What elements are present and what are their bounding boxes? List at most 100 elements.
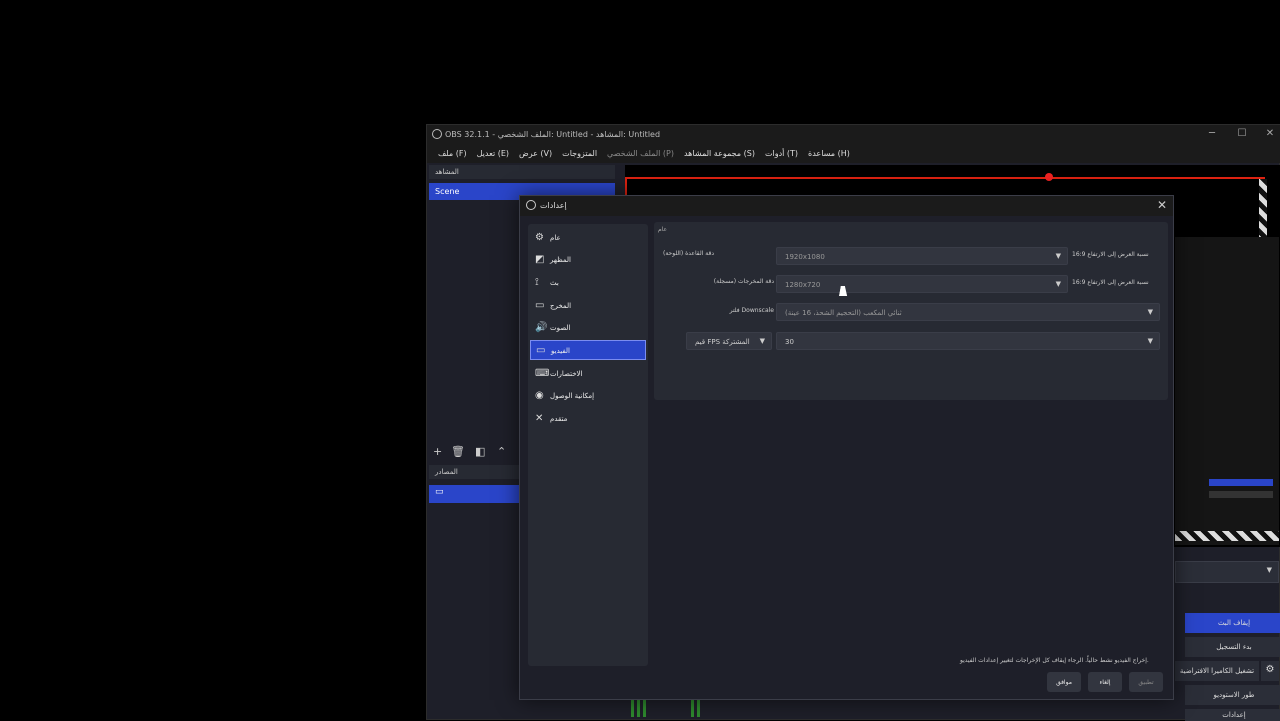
sources-header: المصادر — [429, 465, 521, 479]
audio-meter-bar — [637, 697, 640, 717]
video-active-warning: إخراج الفيديو نشط حالياً. الرجاء إيقاف ك… — [960, 657, 1149, 664]
menu-profile[interactable]: الملف الشخصي (P) — [602, 145, 679, 163]
start-recording-button[interactable]: بدء التسجيل — [1185, 637, 1280, 657]
base-aspect-ratio: نسبة العرض إلى الارتفاع 16:9 — [1072, 251, 1149, 258]
preview-bounds-line — [625, 177, 1265, 179]
menu-tools[interactable]: أدوات (T) — [760, 145, 803, 163]
close-icon[interactable]: ✕ — [1157, 198, 1167, 212]
nav-label: المظهر — [550, 256, 571, 264]
antenna-icon: ⟟ — [535, 277, 539, 288]
section-label: عام — [658, 226, 668, 233]
fps-type-select[interactable]: قيم FPS المشتركة ▼ — [686, 332, 772, 350]
nav-video[interactable]: ▭ الفيديو — [530, 340, 646, 360]
tools-icon: ✕ — [535, 413, 544, 424]
menu-scene-collection[interactable]: مجموعة المشاهد (S) — [679, 145, 760, 163]
display-capture-icon: ▭ — [435, 487, 444, 497]
video-settings-panel: عام دقة القاعدة (اللوحة) 1920x1080 ▼ نسب… — [654, 222, 1168, 400]
nav-accessibility[interactable]: ◉ إمكانية الوصول — [530, 386, 646, 406]
nav-appearance[interactable]: ◩ المظهر — [530, 250, 646, 270]
stop-stream-button[interactable]: إيقاف البث — [1185, 613, 1280, 633]
nested-obs-preview — [1175, 237, 1279, 545]
output-aspect-ratio: نسبة العرض إلى الارتفاع 16:9 — [1072, 279, 1149, 286]
downscale-filter-value: ثنائي المكعب (التحجيم الشحذ، 16 عينة) — [785, 309, 902, 317]
base-resolution-label: دقة القاعدة (اللوحة) — [663, 250, 714, 257]
output-resolution-label: دقة المخرجات (مسجلة) — [713, 278, 774, 285]
chevron-down-icon: ▼ — [1147, 308, 1153, 316]
nav-label: الفيديو — [551, 347, 570, 355]
nav-label: إمكانية الوصول — [550, 392, 595, 400]
output-resolution-value: 1280x720 — [785, 281, 821, 289]
nav-stream[interactable]: ⟟ بث — [530, 273, 646, 293]
menu-view[interactable]: عرض (V) — [514, 145, 557, 163]
menu-help[interactable]: مساعدة (H) — [803, 145, 855, 163]
add-scene-icon[interactable]: + — [433, 445, 442, 458]
palette-icon: ◩ — [535, 254, 545, 265]
nav-output[interactable]: ▭ المخرج — [530, 296, 646, 316]
settings-button[interactable]: إعدادات — [1185, 709, 1280, 721]
menu-docks[interactable]: المتزوجات — [557, 145, 602, 163]
monitor-icon: ▭ — [536, 345, 546, 356]
downscale-filter-label: فلتر Downscale — [729, 307, 774, 314]
gear-icon[interactable]: ⚙ — [1261, 661, 1279, 681]
chevron-down-icon: ▼ — [1055, 252, 1061, 260]
ok-button[interactable]: موافق — [1047, 672, 1081, 692]
obs-logo-icon — [432, 129, 442, 139]
gear-icon: ⚙ — [535, 232, 544, 243]
mouse-cursor-icon — [839, 286, 849, 296]
nested-button — [1209, 479, 1273, 486]
fps-type-value: قيم FPS المشتركة — [695, 338, 750, 346]
remove-scene-icon[interactable]: 🗑 — [451, 445, 465, 458]
minimize-button[interactable]: ─ — [1205, 128, 1219, 139]
keyboard-icon: ⌨ — [535, 368, 550, 379]
virtual-camera-button[interactable]: تشغيل الكاميرا الافتراضية — [1175, 661, 1259, 681]
studio-mode-button[interactable]: طور الاستوديو — [1185, 685, 1280, 705]
chevron-down-icon: ▼ — [759, 337, 765, 345]
accessibility-icon: ◉ — [535, 390, 544, 401]
settings-nav: ⚙ عام ◩ المظهر ⟟ بث ▭ المخرج 🔊 الصوت ▭ ا… — [528, 224, 648, 666]
audio-meter-bar — [643, 697, 646, 717]
obs-logo-icon — [526, 200, 536, 210]
menu-file[interactable]: ملف (F) — [433, 145, 472, 163]
output-resolution-select[interactable]: 1280x720 ▼ — [776, 275, 1068, 293]
obs-titlebar: OBS 32.1.1 - الملف الشخصي: Untitled - ال… — [427, 125, 1280, 145]
audio-meter-bar — [691, 697, 694, 717]
menubar: ملف (F) تعديل (E) عرض (V) المتزوجات المل… — [427, 145, 1280, 163]
fps-value: 30 — [785, 338, 794, 346]
settings-dialog: إعدادات ✕ ⚙ عام ◩ المظهر ⟟ بث ▭ المخرج 🔊… — [519, 195, 1174, 700]
window-title: OBS 32.1.1 - الملف الشخصي: Untitled - ال… — [445, 130, 661, 139]
cancel-button[interactable]: إلغاء — [1088, 672, 1122, 692]
source-list-item[interactable]: ▭ — [429, 485, 521, 503]
settings-title: إعدادات — [540, 201, 567, 210]
nav-label: المخرج — [550, 302, 572, 310]
nested-stripe — [1175, 531, 1279, 541]
audio-meter-bar — [697, 697, 700, 717]
nav-general[interactable]: ⚙ عام — [530, 228, 646, 248]
menu-edit[interactable]: تعديل (E) — [472, 145, 514, 163]
apply-button[interactable]: تطبيق — [1129, 672, 1163, 692]
preview-handle[interactable] — [1045, 173, 1053, 181]
maximize-button[interactable]: ☐ — [1235, 128, 1249, 139]
nav-label: عام — [550, 234, 561, 242]
output-icon: ▭ — [535, 300, 545, 311]
scenes-header: المشاهد — [429, 165, 615, 179]
chevron-down-icon: ▼ — [1055, 280, 1061, 288]
audio-meters — [617, 697, 737, 721]
nav-label: الاختصارات — [550, 370, 583, 378]
nav-label: بث — [550, 279, 559, 287]
audio-meter-bar — [631, 697, 634, 717]
fps-value-select[interactable]: 30 ▼ — [776, 332, 1160, 350]
nav-audio[interactable]: 🔊 الصوت — [530, 318, 646, 338]
nav-hotkeys[interactable]: ⌨ الاختصارات — [530, 364, 646, 384]
chevron-down-icon: ▼ — [1266, 566, 1272, 574]
nav-advanced[interactable]: ✕ متقدم — [530, 409, 646, 429]
nav-label: الصوت — [550, 324, 571, 332]
nav-label: متقدم — [550, 415, 568, 423]
dock-dropdown[interactable]: ▼ — [1175, 561, 1279, 583]
close-button[interactable]: ✕ — [1263, 128, 1277, 139]
speaker-icon: 🔊 — [535, 322, 548, 333]
move-up-icon[interactable]: ⌃ — [497, 445, 506, 458]
downscale-filter-select[interactable]: ثنائي المكعب (التحجيم الشحذ، 16 عينة) ▼ — [776, 303, 1160, 321]
base-resolution-value: 1920x1080 — [785, 253, 825, 261]
filter-scene-icon[interactable]: ◧ — [475, 445, 485, 458]
base-resolution-select[interactable]: 1920x1080 ▼ — [776, 247, 1068, 265]
